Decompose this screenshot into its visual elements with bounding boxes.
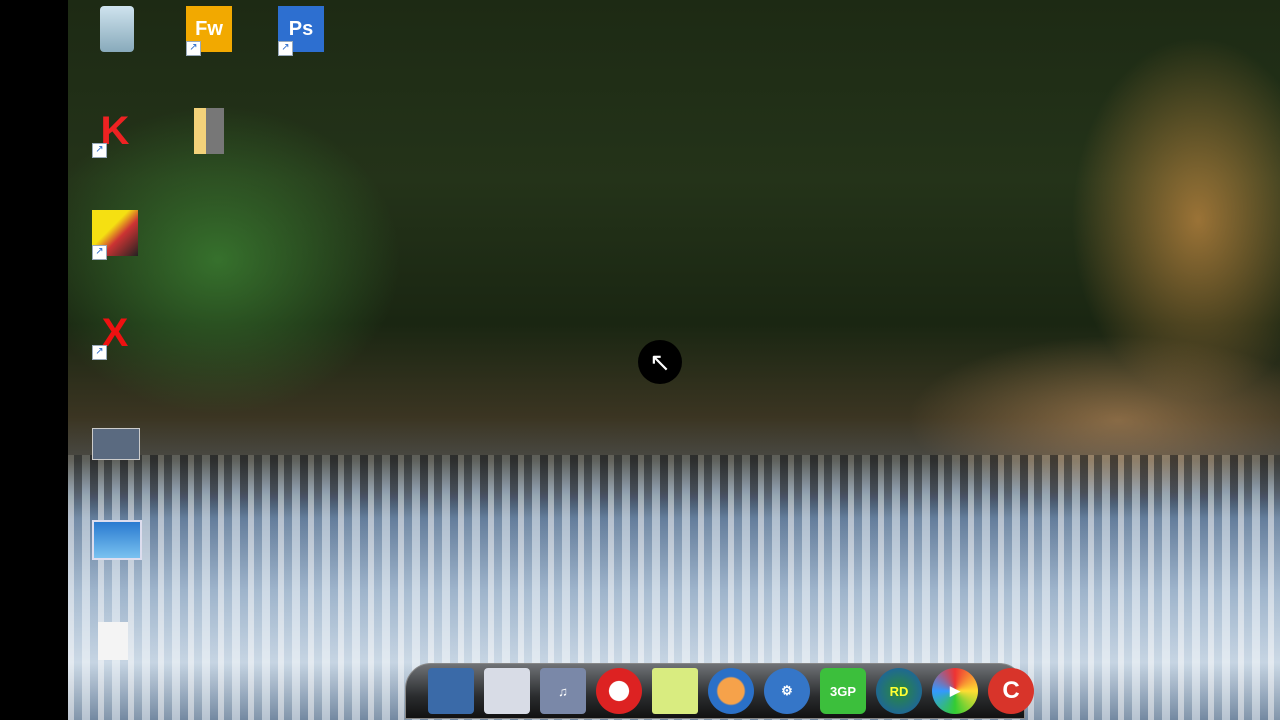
dock-items: ♫ ⚙ 3GP RD ▶ C	[428, 668, 1034, 714]
documents-folder-dock-icon[interactable]	[484, 668, 530, 714]
shortcut-arrow-icon: ↗	[92, 143, 107, 158]
monkey-dock-icon[interactable]	[708, 668, 754, 714]
ccleaner-dock-icon[interactable]: C	[988, 668, 1034, 714]
media-shortcut-icon[interactable]	[92, 428, 140, 460]
sticky-notes-dock-icon[interactable]	[652, 668, 698, 714]
fireworks-icon[interactable]: Fw ↗	[186, 6, 232, 56]
photoshop-icon[interactable]: Ps ↗	[278, 6, 324, 56]
screen-settings-icon[interactable]	[92, 520, 142, 560]
shortcut-arrow-icon: ↗	[92, 345, 107, 360]
rd-dock-icon[interactable]: RD	[876, 668, 922, 714]
text-file-icon[interactable]	[98, 622, 128, 660]
3gp-converter-dock-icon[interactable]: 3GP	[820, 668, 866, 714]
shortcut-arrow-icon: ↗	[92, 245, 107, 260]
shortcut-arrow-icon: ↗	[186, 41, 201, 56]
shortcut-arrow-icon: ↗	[278, 41, 293, 56]
recycle-bin-icon[interactable]	[94, 6, 140, 52]
music-folder-dock-icon[interactable]: ♫	[540, 668, 586, 714]
cursor-icon: ↖	[638, 340, 682, 384]
media-player-dock-icon[interactable]: ▶	[932, 668, 978, 714]
desktop: Fw ↗ Ps ↗ K ↗ ↗ X ↗ ↖	[68, 0, 1280, 720]
settings-dock-icon[interactable]: ⚙	[764, 668, 810, 714]
folder-icon[interactable]	[186, 108, 232, 154]
game-icon[interactable]: ↗	[92, 210, 138, 260]
kaspersky-icon[interactable]: K ↗	[92, 108, 138, 158]
nero-dock-icon[interactable]	[596, 668, 642, 714]
video-tool-icon[interactable]: X ↗	[92, 310, 138, 360]
monitor-dock-icon[interactable]	[428, 668, 474, 714]
